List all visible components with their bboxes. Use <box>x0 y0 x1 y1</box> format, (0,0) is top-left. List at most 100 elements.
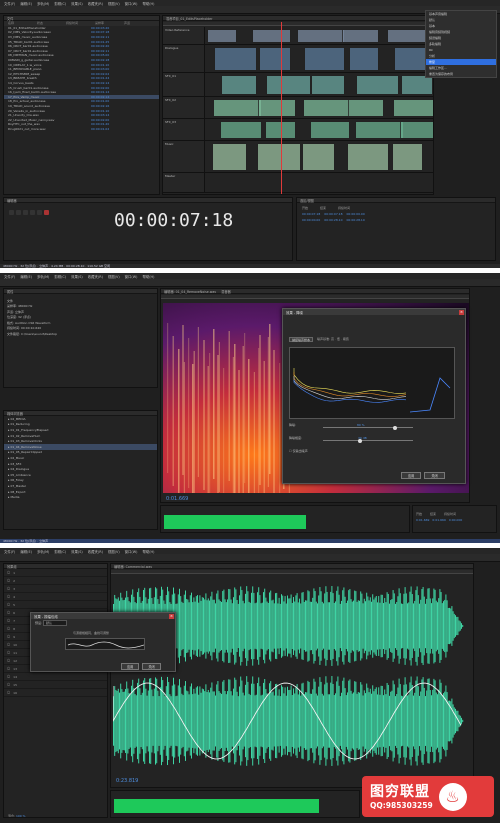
effect-slot[interactable]: ⏻ 1 <box>4 569 107 577</box>
menu-item[interactable]: 编辑(E) <box>20 274 32 279</box>
selection-value[interactable]: 00:00:07.18 <box>324 212 342 216</box>
track-header[interactable]: Music <box>163 141 205 172</box>
selection-value[interactable]: 00:00:00.00 <box>347 212 365 216</box>
record-button[interactable] <box>44 210 49 215</box>
power-icon[interactable]: ⏻ <box>7 578 10 583</box>
close-button[interactable]: 关闭 <box>424 472 445 479</box>
audio-clip[interactable] <box>356 75 399 95</box>
menu-item[interactable]: 多轨(M) <box>37 549 49 554</box>
output-noise-checkbox[interactable]: ☐ 仅输出噪声 <box>289 449 308 453</box>
power-icon[interactable]: ⏻ <box>7 602 10 607</box>
menu-item[interactable]: 编辑(E) <box>20 549 32 554</box>
timeline-ruler[interactable] <box>163 22 433 26</box>
audio-clip[interactable] <box>213 99 262 117</box>
timeline-ruler[interactable] <box>161 295 469 299</box>
play-button[interactable] <box>16 210 21 215</box>
selection-value[interactable]: 00:00:28.10 <box>347 218 365 222</box>
editor-tab[interactable]: 编辑器: Commercial.wav <box>114 564 152 569</box>
audio-clip[interactable] <box>266 75 311 95</box>
menu-item[interactable]: 收藏夹(R) <box>88 274 103 279</box>
column-header[interactable]: 声道 <box>124 21 150 25</box>
power-icon[interactable]: ⏻ <box>7 682 10 687</box>
menu-item[interactable]: 帮助(H) <box>142 274 154 279</box>
menu-item[interactable]: 多轨(M) <box>37 1 49 6</box>
menu-item[interactable]: 视图(V) <box>108 274 120 279</box>
menu-item[interactable]: 收藏夹(R) <box>88 1 103 6</box>
menu-item[interactable]: 效果(S) <box>71 1 83 6</box>
audio-clip[interactable] <box>214 47 257 71</box>
selection-value[interactable]: 00:00:07.18 <box>302 212 320 216</box>
editor-tab[interactable]: 编辑器: 01_04_RemoveNoise.wav <box>164 289 216 294</box>
menu-item[interactable]: 编辑(E) <box>20 1 32 6</box>
power-icon[interactable]: ⏻ <box>7 634 10 639</box>
power-icon[interactable]: ⏻ <box>7 626 10 631</box>
audio-clip[interactable] <box>259 47 291 71</box>
properties-tab[interactable]: 属性 <box>7 289 13 294</box>
menu-item[interactable]: 帮助(H) <box>142 1 154 6</box>
close-icon[interactable]: × <box>169 613 174 619</box>
power-icon[interactable]: ⏻ <box>7 618 10 623</box>
audio-clip[interactable] <box>401 75 433 95</box>
audio-clip[interactable] <box>258 99 296 117</box>
menu-item[interactable]: 文件(F) <box>4 1 15 6</box>
capture-noise-button[interactable]: 捕捉噪声样本 <box>289 337 314 342</box>
column-header[interactable]: 状态 <box>37 21 63 25</box>
power-icon[interactable]: ⏻ <box>7 658 10 663</box>
menu-item[interactable]: 窗口(W) <box>125 549 138 554</box>
menu-item[interactable]: 视图(V) <box>108 549 120 554</box>
forward-button[interactable] <box>37 210 42 215</box>
selection-value[interactable]: 0:01.669 <box>432 518 445 522</box>
menu-item[interactable]: 剪辑(C) <box>54 549 66 554</box>
rewind-button[interactable] <box>30 210 35 215</box>
selection-value[interactable]: 00:00:00.00 <box>302 218 320 222</box>
audio-clip[interactable] <box>221 75 257 95</box>
audio-clip[interactable] <box>393 99 433 117</box>
audio-clip[interactable] <box>252 29 291 43</box>
menu-item[interactable]: 剪辑(C) <box>54 274 66 279</box>
preset-select[interactable]: 默认 <box>42 620 67 626</box>
track-header[interactable]: Master <box>163 173 205 192</box>
audio-clip[interactable] <box>348 99 384 117</box>
menu-item[interactable]: 收藏夹(R) <box>88 549 103 554</box>
effect-slot[interactable]: ⏻ 2 <box>4 577 107 585</box>
file-row[interactable]: Drug0021_out_more.wav 00:00:01.02 <box>4 127 159 132</box>
power-icon[interactable]: ⏻ <box>7 666 10 671</box>
menu-item[interactable]: 文件(F) <box>4 274 15 279</box>
selection-value[interactable]: 0:00.000 <box>449 518 462 522</box>
audio-clip[interactable] <box>304 47 345 71</box>
selection-value[interactable]: 0:01.669 <box>416 518 429 522</box>
apply-button[interactable]: 应用 <box>121 663 140 670</box>
reduce-by-slider[interactable] <box>323 438 413 443</box>
audio-clip[interactable] <box>297 29 345 43</box>
audio-clip[interactable] <box>311 75 345 95</box>
noise-graph[interactable] <box>289 347 455 419</box>
power-icon[interactable]: ⏻ <box>7 690 10 695</box>
waveform[interactable] <box>113 576 473 776</box>
menu-item[interactable]: 剪辑(C) <box>54 1 66 6</box>
effect-slot[interactable]: ⏻ 5 <box>4 601 107 609</box>
audio-clip[interactable] <box>220 121 262 139</box>
effect-slot[interactable]: ⏻ 14 <box>4 673 107 681</box>
workspace-menu-item[interactable]: 重置为保存的布局 <box>426 71 496 77</box>
audio-clip[interactable] <box>207 29 237 43</box>
audio-clip[interactable] <box>342 29 379 43</box>
mixer-tab[interactable]: 混音器 <box>221 289 231 294</box>
power-icon[interactable]: ⏻ <box>7 642 10 647</box>
menu-item[interactable]: 文件(F) <box>4 549 15 554</box>
audio-clip[interactable] <box>392 143 423 171</box>
selection-value[interactable]: 00:00:28.10 <box>324 218 342 222</box>
close-button[interactable]: 关闭 <box>142 663 161 670</box>
power-icon[interactable]: ⏻ <box>7 610 10 615</box>
audio-clip[interactable] <box>400 121 433 139</box>
menu-item[interactable]: 视图(V) <box>108 1 120 6</box>
track-header[interactable]: SFX_01 <box>163 73 205 96</box>
menu-item[interactable]: 效果(S) <box>71 274 83 279</box>
power-icon[interactable]: ⏻ <box>7 594 10 599</box>
menu-item[interactable]: 帮助(H) <box>142 549 154 554</box>
track-header[interactable]: Video Reference <box>163 27 205 44</box>
track-header[interactable]: SFX_03 <box>163 119 205 140</box>
column-header[interactable]: 名称 <box>8 21 34 25</box>
audio-clip[interactable] <box>212 143 247 171</box>
effects-rack-tab[interactable]: 效果组 <box>7 564 17 569</box>
effect-slot[interactable]: ⏻ 3 <box>4 585 107 593</box>
